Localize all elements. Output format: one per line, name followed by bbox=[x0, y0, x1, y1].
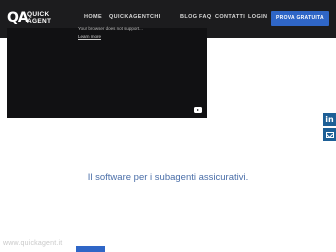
nav-quickagent[interactable]: QUICKAGENT bbox=[109, 14, 150, 24]
free-trial-button[interactable]: PROVA GRATUITA bbox=[271, 11, 329, 26]
nav-contatti[interactable]: CONTATTI bbox=[215, 14, 245, 24]
nav-login[interactable]: LOGIN bbox=[248, 14, 267, 24]
site-url-watermark: www.quickagent.it bbox=[3, 240, 63, 247]
youtube-icon[interactable] bbox=[194, 107, 202, 113]
video-unsupported-message: Your browser does not support... bbox=[78, 26, 143, 31]
nav-chi[interactable]: CHI bbox=[150, 14, 161, 24]
logo-line-1: QUICK bbox=[27, 11, 50, 18]
hero-tagline: Il software per i subagenti assicurativi… bbox=[87, 172, 249, 183]
logo-mark-icon: QA bbox=[7, 10, 29, 26]
quickagent-logo[interactable]: QA QUICK AGENT bbox=[7, 8, 63, 30]
nav-home[interactable]: HOME bbox=[84, 14, 102, 24]
logo-line-2: AGENT bbox=[27, 18, 52, 25]
linkedin-icon[interactable]: in bbox=[323, 113, 336, 126]
video-player[interactable]: Your browser does not support... Learn m… bbox=[7, 26, 207, 118]
nav-blog[interactable]: BLOG bbox=[180, 14, 198, 24]
envelope-glyph bbox=[325, 131, 334, 138]
learn-more-link[interactable]: Learn more bbox=[78, 34, 101, 39]
bottom-button[interactable] bbox=[76, 246, 105, 252]
email-icon[interactable] bbox=[323, 128, 336, 141]
logo-wordmark: QUICK AGENT bbox=[27, 11, 51, 25]
nav-faq[interactable]: FAQ bbox=[199, 14, 212, 24]
